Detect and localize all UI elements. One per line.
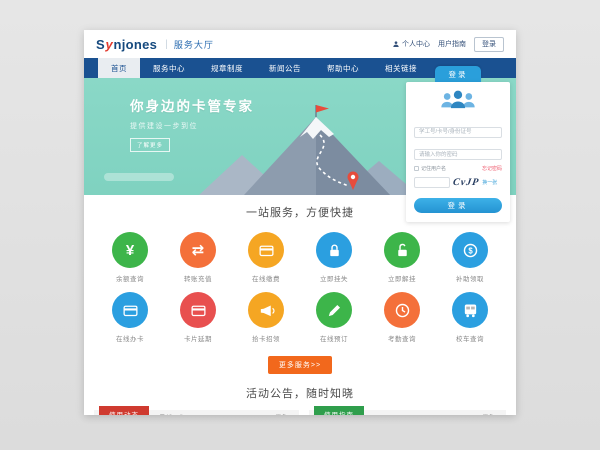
username-input[interactable] (414, 127, 502, 138)
user-guide-label: 用户指南 (438, 39, 466, 49)
hero-copy: 你身边的卡管专家 提供建设一步到位 了解更多 (130, 95, 254, 152)
announcements-left-panel: 使用动态 最新公告 更多>> (94, 410, 299, 415)
nav-item-help-center[interactable]: 帮助中心 (314, 58, 372, 78)
personal-center-link[interactable]: 个人中心 (392, 39, 430, 49)
service-item-card-extension[interactable]: 卡片延期 (164, 292, 232, 343)
nav-item-rules[interactable]: 规章制度 (198, 58, 256, 78)
more-services-button[interactable]: 更多服务>> (268, 356, 332, 374)
unlock-icon (384, 232, 420, 268)
usage-news-ribbon[interactable]: 使用动态 (99, 406, 149, 416)
service-item-attendance[interactable]: 考勤查询 (368, 292, 436, 343)
left-more-link[interactable]: 更多>> (276, 413, 293, 415)
logo-text-2: njones (114, 37, 158, 52)
site-name: 服务大厅 (174, 38, 214, 51)
service-item-subsidy[interactable]: $补助领取 (436, 232, 504, 283)
usage-guide-ribbon[interactable]: 使用指南 (314, 406, 364, 416)
user-icon (392, 40, 400, 48)
login-submit-button[interactable]: 登录 (414, 198, 502, 213)
hero-cta-button[interactable]: 了解更多 (130, 138, 170, 152)
service-item-balance[interactable]: ¥余额查询 (96, 232, 164, 283)
megaphone-icon (248, 292, 284, 328)
services-grid: ¥余额查询 ⇄转账充值 在线缴费 立即挂失 立即解挂 $补助领取 在线办卡 卡片… (84, 220, 516, 343)
service-item-school-bus[interactable]: 校车查询 (436, 292, 504, 343)
browser-page: Synjones | 服务大厅 个人中心 用户指南 登录 首页 服务中心 规章制… (84, 30, 516, 415)
card-icon (180, 292, 216, 328)
service-item-transfer[interactable]: ⇄转账充值 (164, 232, 232, 283)
users-icon (414, 89, 502, 114)
hero-subtitle: 提供建设一步到位 (130, 121, 254, 131)
captcha-image[interactable]: CvJP (452, 177, 480, 188)
cloud-shape (104, 173, 174, 181)
nav-item-home[interactable]: 首页 (98, 58, 140, 78)
left-panel-bar: 使用动态 最新公告 更多>> (94, 410, 299, 415)
site-logo[interactable]: Synjones (96, 37, 157, 52)
service-item-found-card[interactable]: 拾卡招领 (232, 292, 300, 343)
remember-checkbox[interactable] (414, 166, 419, 171)
login-tab[interactable]: 登录 (435, 66, 481, 82)
coin-icon: $ (452, 232, 488, 268)
yuan-icon: ¥ (112, 232, 148, 268)
announcement-panels: 使用动态 最新公告 更多>> 使用指南 更多>> (84, 410, 516, 415)
lock-icon (316, 232, 352, 268)
card-icon (248, 232, 284, 268)
transfer-icon: ⇄ (180, 232, 216, 268)
bus-icon (452, 292, 488, 328)
logo-text: S (96, 37, 105, 52)
password-input[interactable] (414, 149, 502, 160)
service-item-payment[interactable]: 在线缴费 (232, 232, 300, 283)
nav-item-news[interactable]: 新闻公告 (256, 58, 314, 78)
login-options-row: 记住用户名 忘记密码 (414, 165, 502, 172)
logo-accent: y (105, 37, 113, 52)
card-icon (112, 292, 148, 328)
service-item-unreport-loss[interactable]: 立即解挂 (368, 232, 436, 283)
nav-item-service-center[interactable]: 服务中心 (140, 58, 198, 78)
edit-icon (316, 292, 352, 328)
announcements-title: 活动公告，随时知晓 (84, 385, 516, 401)
captcha-row: CvJP 换一张 (414, 177, 502, 188)
login-panel: 登录 记住用户名 忘记密码 CvJ (406, 66, 510, 222)
header-links: 个人中心 用户指南 登录 (392, 37, 504, 52)
hero-title: 你身边的卡管专家 (130, 95, 254, 115)
desktop-background: Synjones | 服务大厅 个人中心 用户指南 登录 首页 服务中心 规章制… (0, 0, 600, 450)
right-more-link[interactable]: 更多>> (483, 413, 500, 415)
personal-center-label: 个人中心 (402, 39, 430, 49)
login-card: 记住用户名 忘记密码 CvJP 换一张 登录 (406, 82, 510, 222)
logo-divider: | (165, 39, 168, 50)
captcha-refresh-link[interactable]: 换一张 (482, 179, 497, 186)
captcha-input[interactable] (414, 177, 450, 188)
latest-announcements-tab[interactable]: 最新公告 (159, 412, 185, 415)
clock-icon (384, 292, 420, 328)
forgot-password-link[interactable]: 忘记密码 (482, 165, 502, 172)
header-login-button[interactable]: 登录 (474, 37, 504, 52)
service-item-report-loss[interactable]: 立即挂失 (300, 232, 368, 283)
remember-label: 记住用户名 (421, 165, 446, 172)
user-guide-link[interactable]: 用户指南 (438, 39, 466, 49)
service-item-online-booking[interactable]: 在线预订 (300, 292, 368, 343)
right-panel-bar: 使用指南 更多>> (309, 410, 506, 415)
svg-text:$: $ (468, 246, 473, 255)
site-header: Synjones | 服务大厅 个人中心 用户指南 登录 (84, 30, 516, 58)
announcements-right-panel: 使用指南 更多>> (309, 410, 506, 415)
service-item-apply-card[interactable]: 在线办卡 (96, 292, 164, 343)
announcements-section: 活动公告，随时知晓 使用动态 最新公告 更多>> 使用指南 更多>> (84, 374, 516, 415)
